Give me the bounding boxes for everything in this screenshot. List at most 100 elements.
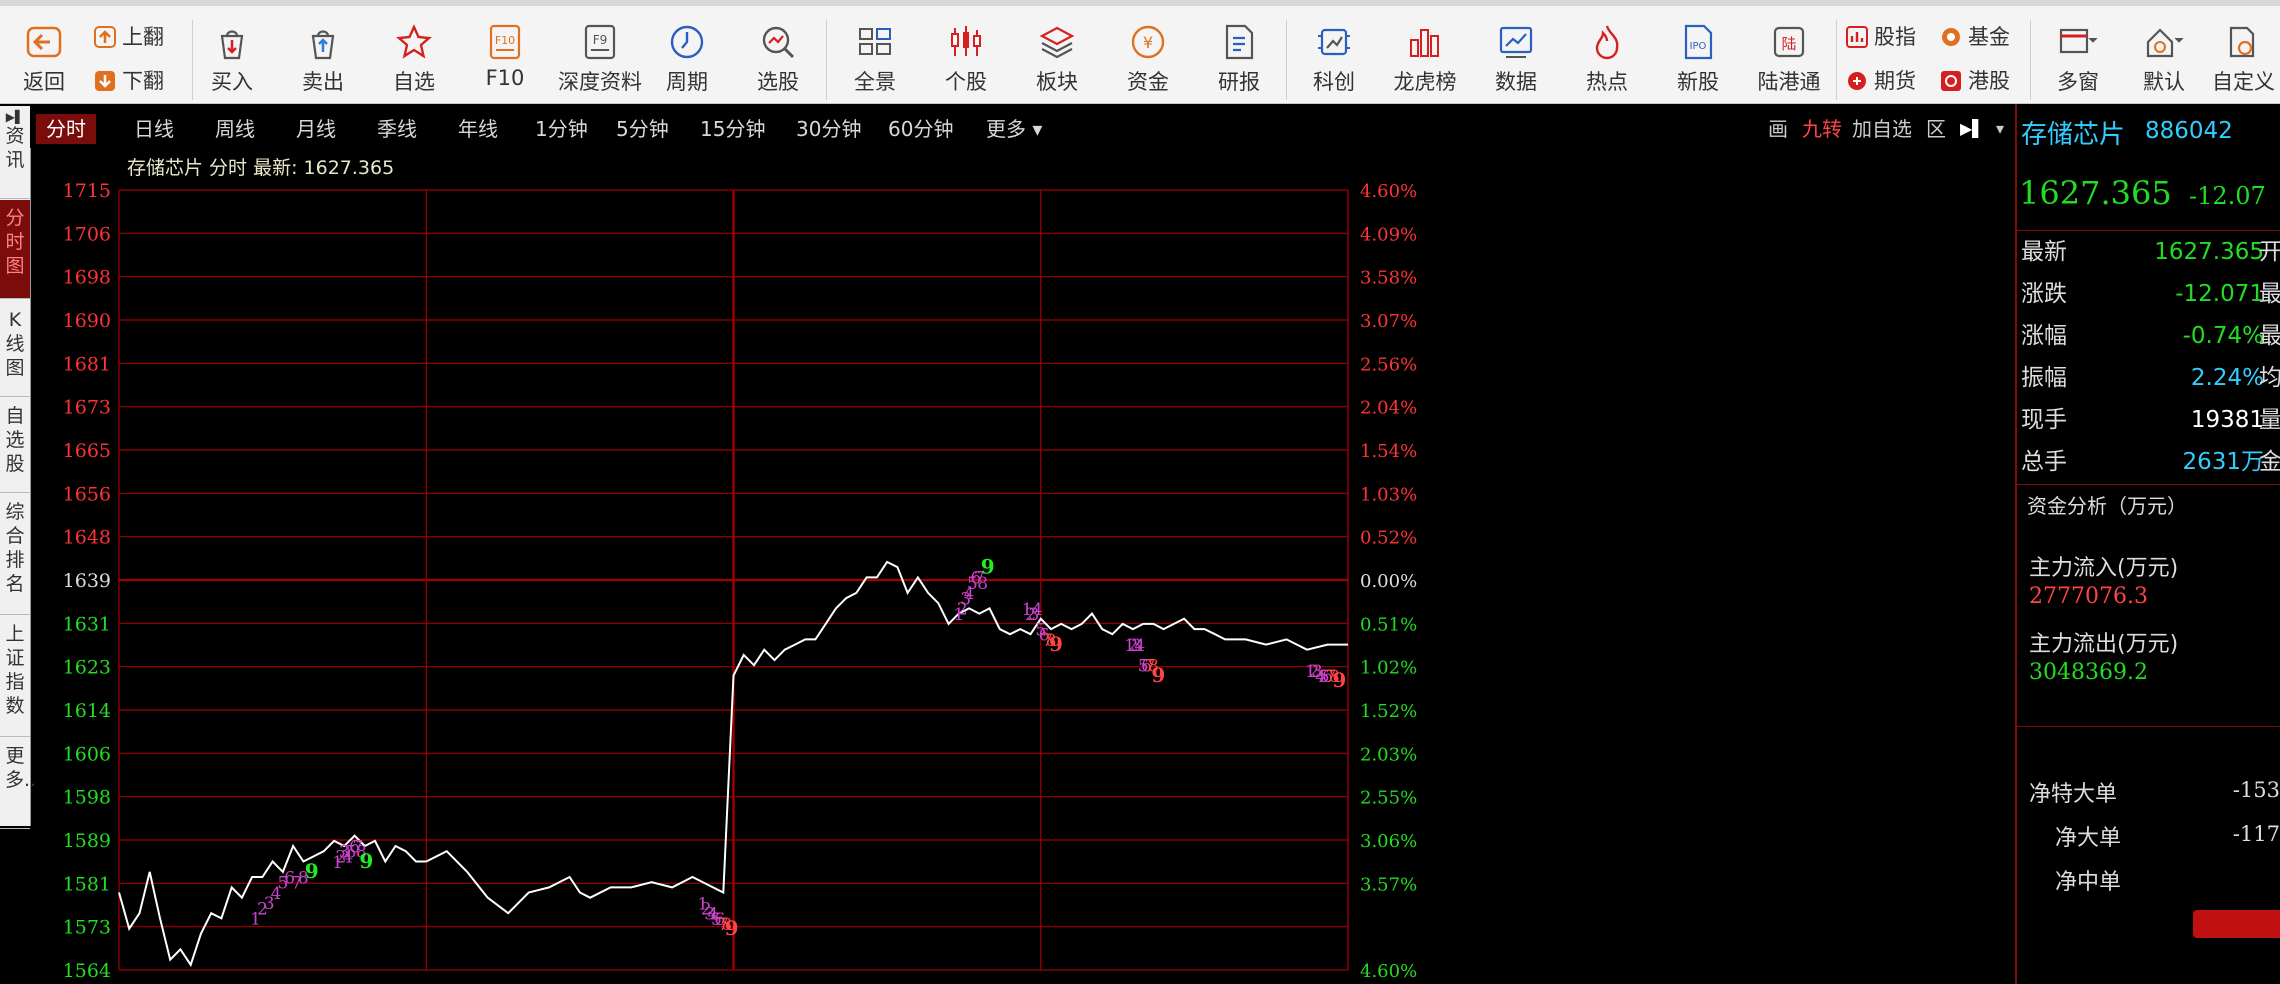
tab-yearly[interactable]: 年线 bbox=[448, 114, 508, 144]
futures-icon bbox=[1848, 72, 1866, 90]
tab-60min[interactable]: 60分钟 bbox=[878, 114, 963, 144]
period-button[interactable]: 周期 bbox=[643, 16, 731, 106]
td-count-marker: 9 bbox=[725, 916, 739, 940]
back-button[interactable]: 返回 bbox=[0, 16, 88, 106]
tab-30min[interactable]: 30分钟 bbox=[786, 114, 871, 144]
toolbar-divider bbox=[1836, 20, 1837, 100]
main-inflow-value: 2777076.3 bbox=[2029, 584, 2148, 609]
stock-pick-button[interactable]: 选股 bbox=[734, 16, 822, 106]
quote-key: 最新 bbox=[2021, 239, 2067, 265]
hk-connect-button[interactable]: 陆 陆港通 bbox=[1745, 16, 1833, 106]
nine-turn-button[interactable]: 九转 bbox=[1802, 114, 1842, 144]
panel-divider bbox=[2017, 726, 2280, 727]
stock-index-button[interactable]: 股指 bbox=[1846, 20, 1916, 54]
tab-quarterly[interactable]: 季线 bbox=[367, 114, 427, 144]
default-button[interactable]: 默认 bbox=[2120, 16, 2208, 106]
tab-more-periods[interactable]: 更多 ▾ bbox=[976, 114, 1052, 144]
sell-button[interactable]: 卖出 bbox=[279, 16, 367, 106]
page-up-button[interactable]: 上翻 bbox=[94, 20, 164, 54]
tab-monthly[interactable]: 月线 bbox=[286, 114, 346, 144]
chart-menu-icon[interactable]: ▾ bbox=[1996, 114, 2004, 144]
collapse-panel-icon[interactable]: ▶▌ bbox=[1960, 114, 1985, 144]
watchlist-button[interactable]: 自选 bbox=[370, 16, 458, 106]
ipo-button[interactable]: IPO 新股 bbox=[1654, 16, 1742, 106]
quote-extra: 量 bbox=[2259, 407, 2280, 433]
tab-news-label: 资讯 bbox=[5, 125, 25, 171]
tab-shanghai-index[interactable]: 上证指数 bbox=[0, 614, 30, 737]
price-tick-label: 1606 bbox=[63, 743, 111, 765]
quote-key: 现手 bbox=[2021, 407, 2067, 433]
dragon-tiger-button[interactable]: 龙虎榜 bbox=[1381, 16, 1469, 106]
zone-button[interactable]: 区 bbox=[1926, 114, 1946, 144]
deep-data-label: 深度资料 bbox=[558, 70, 642, 94]
research-button[interactable]: 研报 bbox=[1195, 16, 1283, 106]
sector-button[interactable]: 板块 bbox=[1013, 16, 1101, 106]
net-large-label: 净大单 bbox=[2055, 826, 2122, 851]
quote-row-amplitude: 振幅 2.24% 均 bbox=[2017, 358, 2280, 398]
draw-tool-button[interactable]: 画 bbox=[1768, 114, 1788, 144]
tab-ranking[interactable]: 综合排名 bbox=[0, 492, 30, 615]
quote-key: 涨幅 bbox=[2021, 323, 2067, 349]
hk-stock-button[interactable]: 港股 bbox=[1940, 64, 2010, 98]
buy-button[interactable]: 买入 bbox=[188, 16, 276, 106]
watchlist-label: 自选 bbox=[393, 70, 435, 94]
page-down-button[interactable]: 下翻 bbox=[94, 64, 164, 98]
data-button[interactable]: 数据 bbox=[1472, 16, 1560, 106]
f10-button[interactable]: F10 F10 bbox=[461, 16, 549, 106]
tab-intraday[interactable]: 分时图 bbox=[0, 200, 30, 299]
hot-button[interactable]: 热点 bbox=[1563, 16, 1651, 106]
percent-tick-label: 0.51% bbox=[1360, 614, 1417, 635]
td-count-marker: 9 bbox=[305, 859, 319, 883]
overview-button[interactable]: 全景 bbox=[831, 16, 919, 106]
main-outflow-value: 3048369.2 bbox=[2029, 660, 2148, 685]
deep-data-button[interactable]: F9 深度资料 bbox=[552, 16, 648, 106]
tab-15min[interactable]: 15分钟 bbox=[690, 114, 775, 144]
price-tick-label: 1715 bbox=[63, 180, 111, 202]
buy-label: 买入 bbox=[211, 70, 253, 94]
price-tick-label: 1614 bbox=[63, 700, 111, 722]
td-count-marker: 4 bbox=[1032, 600, 1043, 620]
stock-index-icon bbox=[1846, 26, 1868, 48]
quote-extra: 最 bbox=[2259, 323, 2280, 349]
main-inflow-label: 主力流入(万元) bbox=[2029, 556, 2179, 581]
page-down-label: 下翻 bbox=[122, 69, 164, 93]
yuan-icon-text: ¥ bbox=[1143, 33, 1153, 52]
futures-button[interactable]: 期货 bbox=[1846, 64, 1916, 98]
star-market-button[interactable]: 科创 bbox=[1290, 16, 1378, 106]
bar-chart-icon bbox=[1410, 29, 1439, 57]
fund-button[interactable]: 基金 bbox=[1940, 20, 2010, 54]
percent-tick-label: 2.56% bbox=[1360, 354, 1417, 375]
hk-stock-label: 港股 bbox=[1968, 69, 2010, 93]
overview-label: 全景 bbox=[854, 70, 896, 94]
back-arrow-icon bbox=[26, 26, 62, 58]
add-watch-button[interactable]: 加自选 bbox=[1852, 114, 1912, 144]
tab-1min[interactable]: 1分钟 bbox=[525, 114, 598, 144]
quote-value: 2631万 bbox=[2182, 449, 2264, 475]
layers-icon bbox=[1039, 26, 1075, 59]
ipo-icon-text: IPO bbox=[1690, 41, 1707, 52]
period-tab-bar: 分时 日线 周线 月线 季线 年线 1分钟 5分钟 15分钟 30分钟 60分钟… bbox=[30, 106, 2015, 148]
funds-button[interactable]: ¥ 资金 bbox=[1104, 16, 1192, 106]
td-count-marker: 4 bbox=[1134, 636, 1145, 656]
quote-value: 2.24% bbox=[2190, 365, 2264, 391]
floating-badge[interactable] bbox=[2193, 910, 2280, 938]
multi-window-button[interactable]: 多窗 bbox=[2034, 16, 2122, 106]
tab-kline[interactable]: K线图 bbox=[0, 300, 30, 397]
tab-watchlist[interactable]: 自选股 bbox=[0, 396, 30, 493]
tab-daily[interactable]: 日线 bbox=[124, 114, 184, 144]
tab-intraday-period[interactable]: 分时 bbox=[36, 114, 96, 144]
td-sequential-markers: 123456789 1234567891234567891234567891234… bbox=[250, 554, 1346, 940]
price-tick-label: 1673 bbox=[63, 397, 111, 419]
tab-weekly[interactable]: 周线 bbox=[205, 114, 265, 144]
percent-tick-label: 0.52% bbox=[1360, 528, 1417, 549]
quote-extra: 开 bbox=[2259, 239, 2280, 265]
custom-button[interactable]: 自定义 bbox=[2206, 16, 2280, 106]
individual-stock-button[interactable]: 个股 bbox=[922, 16, 1010, 106]
fund-label: 基金 bbox=[1968, 25, 2010, 49]
tab-more[interactable]: 更多.. bbox=[0, 736, 36, 829]
tab-5min[interactable]: 5分钟 bbox=[606, 114, 679, 144]
percent-tick-label: 3.07% bbox=[1360, 311, 1417, 332]
custom-settings-icon bbox=[2229, 26, 2255, 58]
tab-news[interactable]: ▶▌ 资讯 bbox=[0, 106, 30, 199]
intraday-chart[interactable]: 存储芯片 分时 最新: 1627.365 1715 1706 1698 1690 168… bbox=[30, 148, 2015, 984]
